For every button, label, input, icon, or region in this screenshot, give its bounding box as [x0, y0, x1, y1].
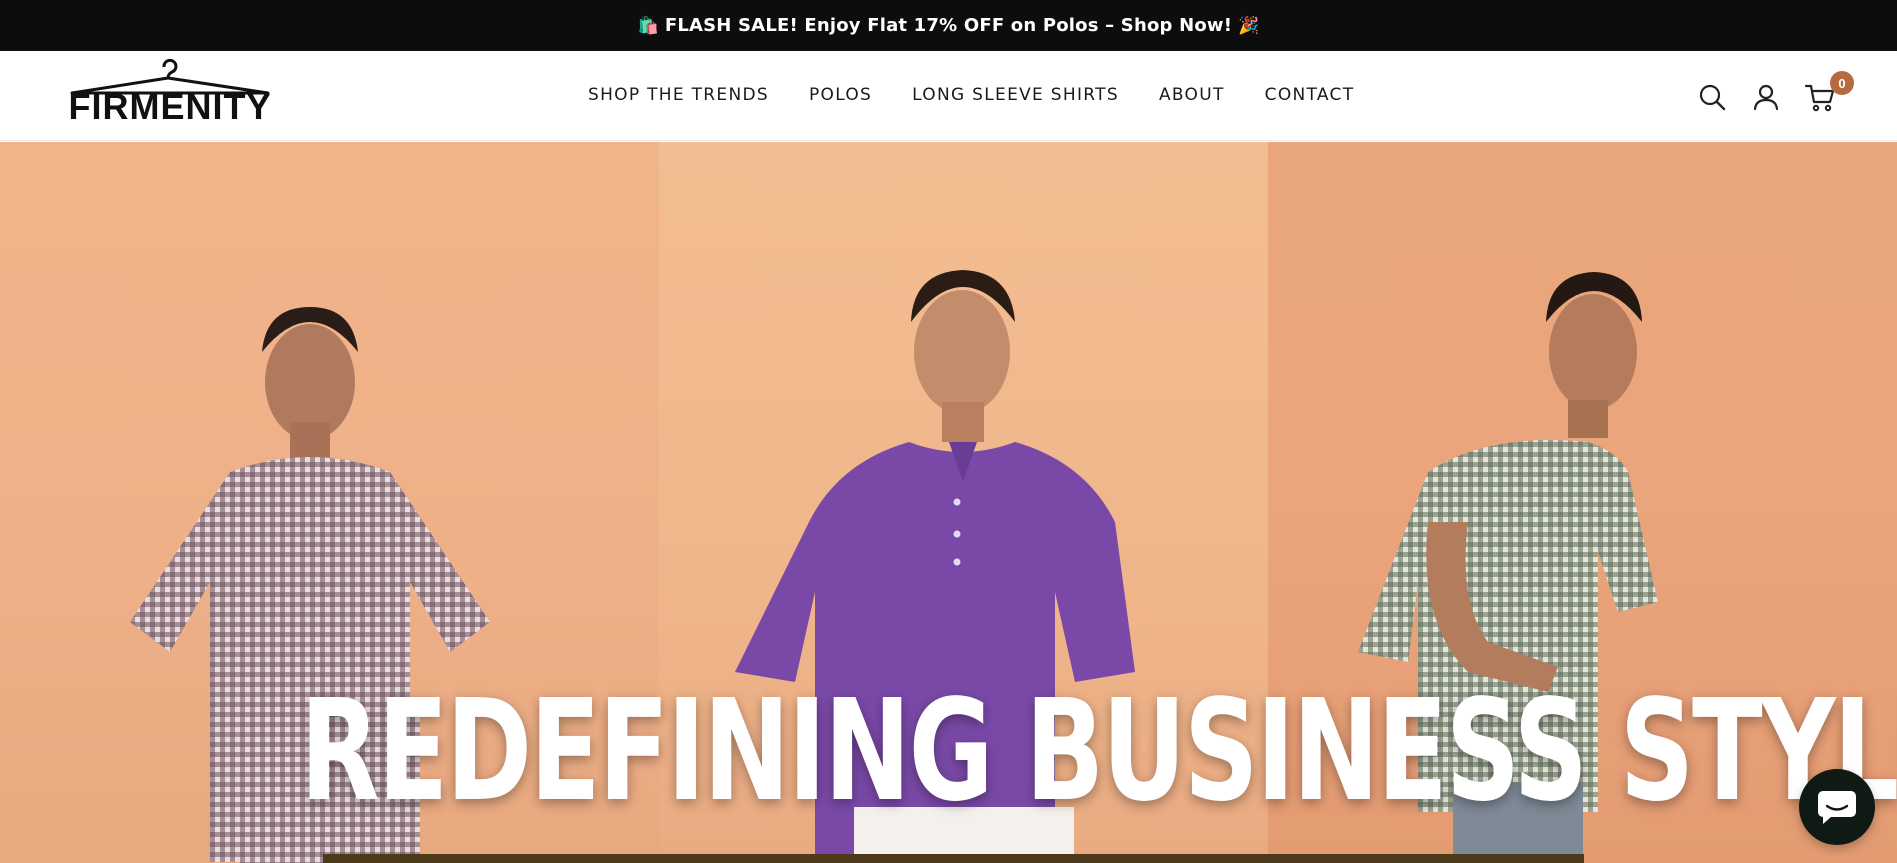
chat-button[interactable] [1799, 769, 1875, 845]
nav-item-shop-the-trends[interactable]: SHOP THE TRENDS [588, 85, 769, 105]
cart-count-badge: 0 [1830, 71, 1854, 95]
cart-button[interactable]: 0 [1804, 71, 1854, 113]
main-nav: SHOP THE TRENDS POLOS LONG SLEEVE SHIRTS… [588, 85, 1394, 105]
shopping-bag-emoji: 🛍️ [637, 15, 659, 36]
search-button[interactable] [1696, 81, 1728, 113]
account-button[interactable] [1750, 81, 1782, 113]
site-header: FIRMENITY SHOP THE TRENDS POLOS LONG SLE… [0, 51, 1897, 141]
hero-banner[interactable]: REDEFINING BUSINESS STYLE [0, 142, 1897, 863]
nav-item-about[interactable]: ABOUT [1159, 85, 1225, 105]
account-icon [1753, 84, 1779, 111]
nav-item-long-sleeve-shirts[interactable]: LONG SLEEVE SHIRTS [912, 85, 1119, 105]
announcement-bar[interactable]: 🛍️ FLASH SALE! Enjoy Flat 17% OFF on Pol… [0, 0, 1897, 51]
party-emoji: 🎉 [1238, 15, 1260, 36]
brand-name: FIRMENITY [68, 86, 272, 127]
nav-item-polos[interactable]: POLOS [809, 85, 872, 105]
announcement-text[interactable]: FLASH SALE! Enjoy Flat 17% OFF on Polos … [665, 15, 1232, 36]
nav-item-contact[interactable]: CONTACT [1265, 85, 1355, 105]
chat-icon [1818, 791, 1856, 824]
hero-cta-strip[interactable] [323, 854, 1584, 863]
brand-logo[interactable]: FIRMENITY [68, 57, 272, 135]
header-actions: 0 [1696, 71, 1854, 113]
search-icon [1699, 84, 1726, 111]
hero-title: REDEFINING BUSINESS STYLE [300, 670, 1897, 833]
